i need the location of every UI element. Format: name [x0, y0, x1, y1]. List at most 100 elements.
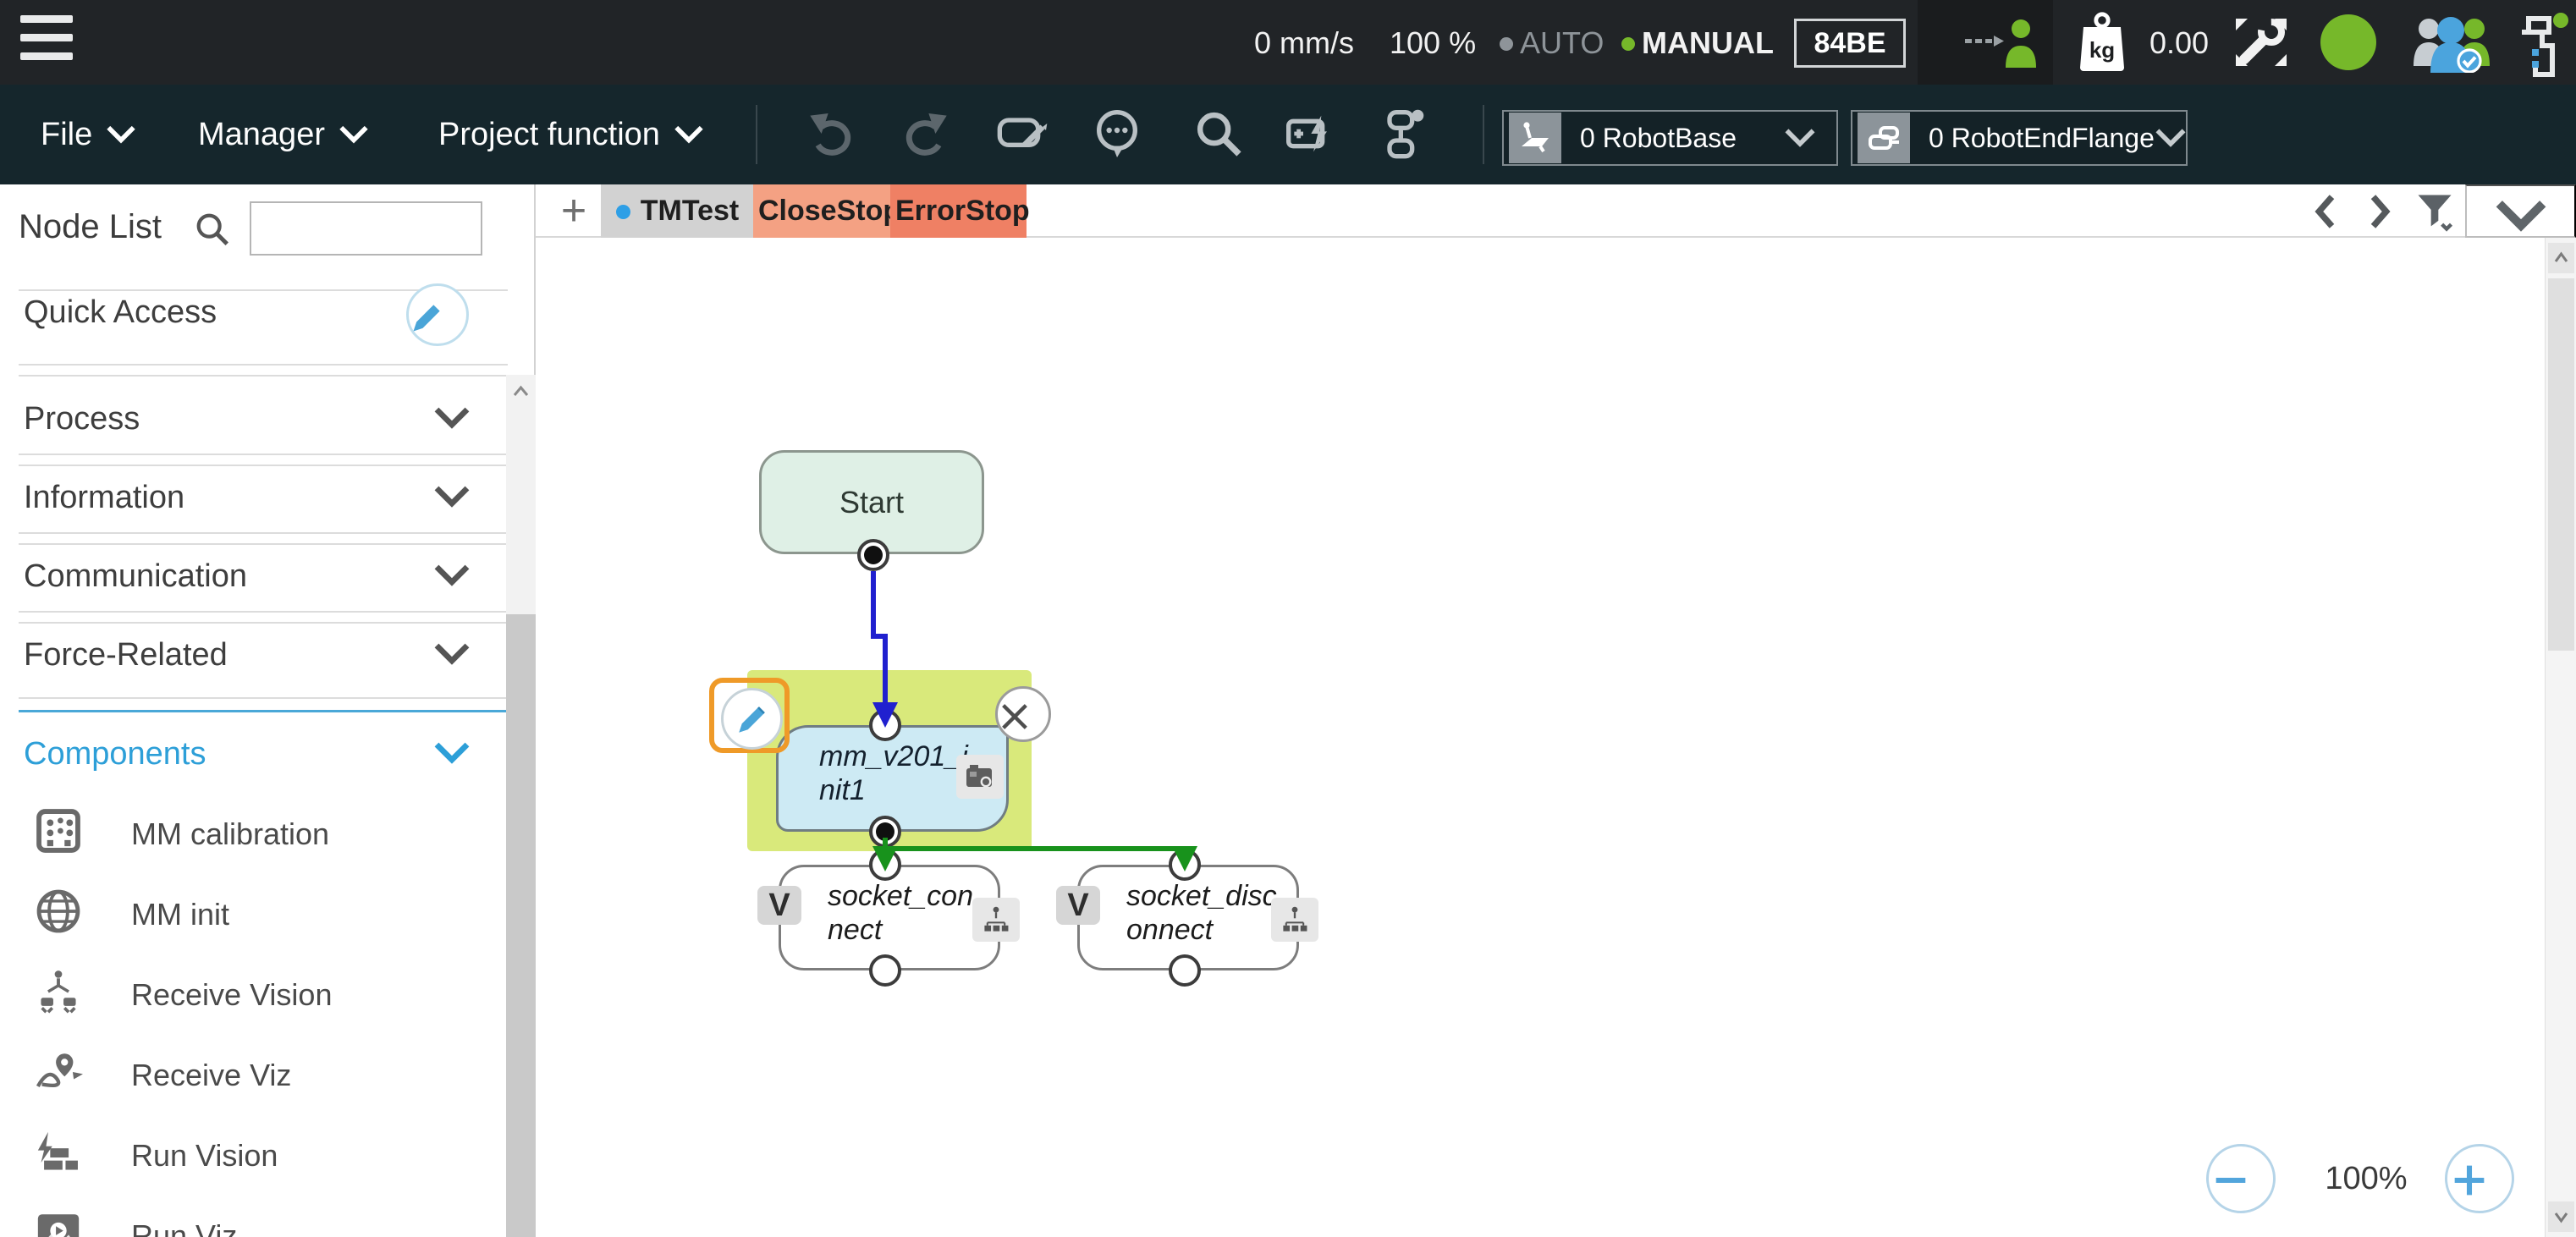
sidebar-section-force-related[interactable]: Force-Related — [0, 617, 508, 693]
socket-disconnect-output-port[interactable] — [1169, 954, 1201, 987]
canvas-scrollbar-thumb[interactable] — [2548, 278, 2574, 651]
manager-menu-label: Manager — [198, 116, 325, 152]
payload-kg-icon: kg — [2075, 12, 2129, 73]
component-item-run-viz[interactable]: Run Viz — [0, 1196, 506, 1237]
top-status-bar: 0 mm/s 100 % AUTO MANUAL 84BE kg 0.00 — [0, 0, 2576, 85]
calibration-board-icon — [34, 806, 83, 855]
flow-nodes-icon — [1376, 107, 1430, 161]
socket-connect-input-port[interactable] — [869, 849, 901, 881]
canvas-scroll-up-button[interactable] — [2548, 243, 2574, 273]
redo-icon — [897, 107, 951, 161]
component-item-label: Receive Vision — [131, 977, 333, 1012]
auto-mode-label: AUTO — [1520, 25, 1604, 60]
tab-scroll-left-button[interactable] — [2304, 190, 2348, 234]
divider — [19, 697, 508, 699]
charge-settings-button[interactable] — [1283, 107, 1337, 161]
globe-icon — [34, 887, 83, 936]
chevron-right-icon — [2357, 190, 2401, 234]
chevron-down-icon — [433, 642, 471, 666]
remote-connection-button[interactable] — [1963, 15, 2045, 69]
users-button[interactable] — [2412, 12, 2490, 73]
receive-vision-icon — [34, 967, 83, 1016]
node-list-panel: Node List Quick Access Process Informati… — [0, 184, 536, 1237]
node-label: socket_disconnect — [1126, 880, 1277, 946]
canvas-scrollbar — [2545, 238, 2576, 1237]
zoom-out-button[interactable] — [2206, 1144, 2276, 1213]
component-item-receive-viz[interactable]: Receive Viz — [0, 1036, 506, 1113]
tab-errorstop[interactable]: ErrorStop — [890, 184, 1030, 238]
battery-charge-icon — [1283, 107, 1337, 161]
canvas-zoom-level: 100% — [2325, 1161, 2408, 1196]
file-menu-label: File — [41, 116, 93, 152]
node-delete-button[interactable] — [995, 686, 1051, 742]
base-selector-value: 0 RobotBase — [1580, 122, 1737, 153]
socket-connect-output-port[interactable] — [869, 954, 901, 987]
node-edit-button[interactable] — [709, 678, 790, 753]
robot-status-button[interactable] — [2508, 8, 2573, 78]
component-item-mm-init[interactable]: MM init — [0, 875, 506, 953]
robot-base-icon — [1509, 113, 1561, 163]
undo-button[interactable] — [806, 107, 860, 161]
node-search-input[interactable] — [250, 201, 482, 256]
flow-node-mm-v201-init1[interactable]: mm_v201_init1 — [776, 725, 1009, 832]
svg-text:kg: kg — [2089, 37, 2115, 63]
active-section-indicator — [19, 710, 508, 712]
robot-id-badge: 84BE — [1794, 19, 1906, 68]
payload-value: 0.00 — [2149, 25, 2210, 60]
manager-menu[interactable]: Manager — [193, 85, 374, 184]
chevron-left-icon — [2304, 190, 2348, 234]
project-function-menu-label: Project function — [438, 116, 660, 152]
tab-tmtest[interactable]: TMTest — [601, 184, 753, 238]
edit-node-button[interactable] — [995, 107, 1049, 161]
tab-label: ErrorStop — [895, 195, 1030, 227]
menu-bar: File Manager Project function 0 RobotBas… — [0, 85, 2576, 184]
sidebar-section-components[interactable]: Components — [0, 716, 508, 792]
redo-button[interactable] — [897, 107, 951, 161]
canvas-scroll-down-button[interactable] — [2548, 1201, 2574, 1232]
search-node-button[interactable] — [1192, 107, 1246, 161]
component-item-receive-vision[interactable]: Receive Vision — [0, 955, 506, 1033]
chevron-down-icon — [339, 124, 369, 145]
wrench-icon — [2231, 14, 2292, 71]
minus-icon — [2209, 1158, 2273, 1202]
socket-disconnect-input-port[interactable] — [1169, 849, 1201, 881]
flow-view-button[interactable] — [1376, 107, 1430, 161]
tab-closestop[interactable]: CloseStop — [753, 184, 900, 238]
tmflow-window: 0 mm/s 100 % AUTO MANUAL 84BE kg 0.00 Fi… — [0, 0, 2576, 1237]
tcp-selector-dropdown[interactable]: 0 RobotEndFlange — [1851, 110, 2188, 166]
vision-badge: V — [1056, 886, 1100, 925]
status-circle-icon — [2320, 14, 2376, 70]
sidebar-section-information[interactable]: Information — [0, 459, 508, 536]
hamburger-menu-button[interactable] — [20, 15, 80, 69]
manual-mode-label: MANUAL — [1642, 25, 1774, 60]
tab-filter-button[interactable] — [2413, 190, 2457, 234]
mm-node-input-port[interactable] — [869, 709, 901, 741]
node-label: socket_connect — [828, 880, 973, 946]
component-item-label: Run Viz — [131, 1218, 238, 1237]
undo-icon — [806, 107, 860, 161]
component-item-mm-calibration[interactable]: MM calibration — [0, 794, 506, 872]
sidebar-scroll-up-button[interactable] — [506, 375, 536, 409]
robot-arm-icon — [2508, 8, 2573, 78]
collapse-panel-button[interactable] — [2465, 184, 2576, 238]
chevron-down-icon — [433, 406, 471, 430]
file-menu[interactable]: File — [36, 85, 141, 184]
component-item-run-vision[interactable]: Run Vision — [0, 1116, 506, 1194]
project-function-menu[interactable]: Project function — [433, 85, 709, 184]
menu-divider — [1483, 105, 1484, 164]
tab-scroll-right-button[interactable] — [2357, 190, 2401, 234]
tool-settings-button[interactable] — [2231, 14, 2292, 71]
divider — [19, 364, 508, 366]
start-node-output-port[interactable] — [857, 539, 889, 571]
quick-access-edit-button[interactable] — [406, 283, 469, 346]
mm-node-output-port[interactable] — [869, 816, 901, 848]
sidebar-section-process[interactable]: Process — [0, 381, 508, 457]
close-icon — [998, 700, 1049, 734]
sidebar-section-communication[interactable]: Communication — [0, 538, 508, 614]
comment-button[interactable] — [1090, 107, 1144, 161]
search-icon — [1192, 107, 1246, 161]
base-selector-dropdown[interactable]: 0 RobotBase — [1502, 110, 1838, 166]
add-tab-button[interactable]: + — [553, 186, 595, 235]
zoom-in-button[interactable] — [2445, 1144, 2514, 1213]
sidebar-scrollbar-thumb[interactable] — [506, 614, 536, 1237]
